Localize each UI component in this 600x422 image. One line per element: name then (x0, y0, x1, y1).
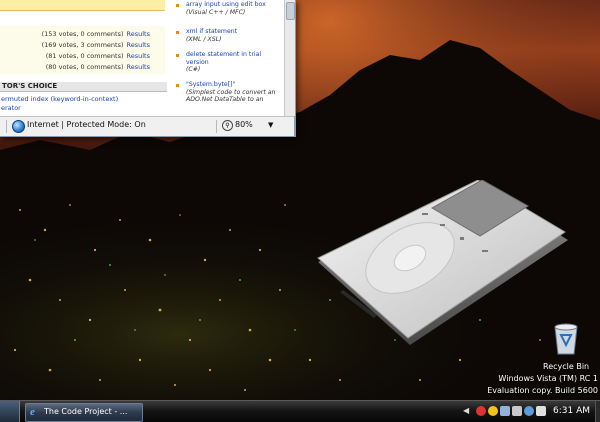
editors-choice-link[interactable]: erator (1, 104, 21, 112)
zoom-icon[interactable]: ⚲ (222, 120, 233, 131)
bullet-icon (176, 84, 179, 87)
bullet-icon (176, 31, 179, 34)
news-item: xml if statement (XML / XSL) (186, 28, 276, 43)
results-link[interactable]: Results (127, 52, 150, 60)
desktop: (153 votes, 0 comments) Results (169 vote… (0, 0, 600, 422)
vote-row: (153 votes, 0 comments) Results (0, 30, 150, 38)
survey-header-strip (0, 0, 165, 11)
vote-count: (81 votes, 0 comments) (45, 52, 124, 60)
vote-row: (81 votes, 0 comments) Results (0, 52, 150, 60)
power-icon[interactable] (536, 406, 546, 416)
security-center-icon[interactable] (524, 406, 534, 416)
network-icon[interactable] (500, 406, 510, 416)
results-link[interactable]: Results (127, 41, 150, 49)
taskbar-button-browser[interactable]: e The Code Project - ... (25, 403, 143, 422)
zoom-level[interactable]: 80% (235, 120, 253, 129)
tray-expand-icon[interactable]: ◀ (463, 406, 469, 415)
vote-count: (80 votes, 0 comments) (45, 63, 124, 71)
results-link[interactable]: Results (127, 30, 150, 38)
vote-row: (80 votes, 0 comments) Results (0, 63, 150, 71)
show-desktop-button[interactable] (595, 401, 600, 422)
taskbar: e The Code Project - ... ◀ 6:31 AM (0, 400, 600, 422)
status-divider (6, 120, 7, 133)
messenger-icon[interactable] (488, 406, 498, 416)
left-column: (153 votes, 0 comments) Results (169 vote… (0, 0, 168, 116)
page-content: (153 votes, 0 comments) Results (169 vote… (0, 0, 284, 116)
build-watermark-line1: Windows Vista (TM) RC 1 (498, 374, 598, 383)
recycle-bin-icon[interactable] (551, 321, 581, 355)
status-bar: Internet | Protected Mode: On ⚲ 80% ▼ (0, 116, 294, 136)
news-category: (XML / XSL) (186, 35, 222, 43)
news-category: (Simplest code to convert an ADO.Net Dat… (186, 88, 276, 104)
vote-count: (153 votes, 0 comments) (41, 30, 124, 38)
internet-explorer-icon: e (30, 406, 35, 418)
news-item: array input using edit box (Visual C++ /… (186, 1, 276, 16)
survey-results: (153 votes, 0 comments) Results (169 vote… (0, 26, 165, 74)
news-item: "System.byte[]" (Simplest code to conver… (186, 81, 276, 104)
news-title-link[interactable]: array input using edit box (186, 1, 276, 9)
globe-icon (12, 120, 25, 133)
browser-window[interactable]: (153 votes, 0 comments) Results (169 vote… (0, 0, 296, 137)
vote-row: (169 votes, 3 comments) Results (0, 41, 150, 49)
bullet-icon (176, 4, 179, 7)
status-divider (216, 120, 217, 133)
bullet-icon (176, 54, 179, 57)
vote-count: (169 votes, 3 comments) (41, 41, 124, 49)
chevron-down-icon[interactable]: ▼ (268, 121, 273, 129)
editors-choice-header: TOR'S CHOICE (0, 82, 167, 92)
system-clock[interactable]: 6:31 AM (553, 406, 590, 416)
news-category: (Visual C++ / MFC) (186, 8, 246, 16)
vertical-scrollbar[interactable] (284, 0, 295, 116)
tray-app-icon[interactable] (476, 406, 486, 416)
editors-choice-link[interactable]: ermuted index (keyword-in-context) (1, 95, 118, 103)
build-watermark-line2: Evaluation copy. Build 5600 (487, 386, 598, 395)
ipod-gadget[interactable] (300, 180, 570, 355)
taskbar-button-label: The Code Project - ... (44, 407, 128, 416)
recycle-bin-label[interactable]: Recycle Bin (543, 362, 589, 371)
news-category: (C#) (186, 66, 201, 74)
news-item: delete statement in trial version (C#) (186, 51, 276, 74)
volume-icon[interactable] (512, 406, 522, 416)
results-link[interactable]: Results (127, 63, 150, 71)
start-button[interactable] (0, 401, 20, 422)
security-zone-status[interactable]: Internet | Protected Mode: On (27, 120, 146, 129)
news-title-link[interactable]: delete statement in trial version (186, 51, 276, 66)
news-column: array input using edit box (Visual C++ /… (170, 0, 284, 116)
news-title-link[interactable]: "System.byte[]" (186, 81, 276, 89)
news-title-link[interactable]: xml if statement (186, 28, 276, 36)
scrollbar-thumb[interactable] (286, 2, 295, 20)
